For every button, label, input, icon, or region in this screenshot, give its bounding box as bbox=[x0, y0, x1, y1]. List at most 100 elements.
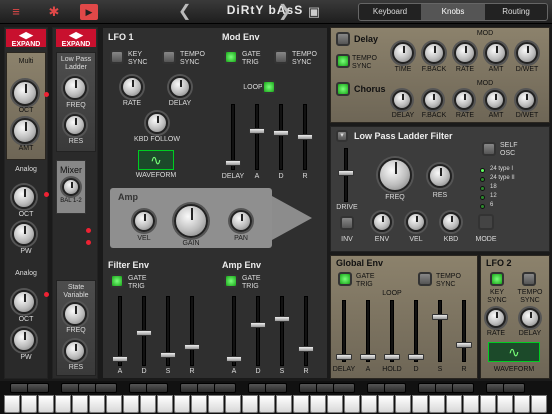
modenv-gate-trig-button[interactable] bbox=[224, 50, 238, 64]
black-key[interactable] bbox=[146, 383, 168, 393]
black-key[interactable] bbox=[384, 383, 406, 393]
slider-cap[interactable] bbox=[408, 354, 424, 360]
black-key[interactable] bbox=[503, 383, 525, 393]
mode-option[interactable]: 18 bbox=[490, 184, 497, 190]
lfo1-waveform-display[interactable]: ∿ bbox=[138, 150, 174, 170]
slider-cap[interactable] bbox=[160, 352, 176, 358]
globalenv-a-slider[interactable] bbox=[366, 300, 370, 362]
black-key[interactable] bbox=[27, 383, 49, 393]
slider-cap[interactable] bbox=[432, 314, 448, 320]
white-key[interactable] bbox=[140, 395, 156, 413]
chevron-right-icon[interactable]: ❯ bbox=[278, 3, 291, 21]
delay-on-button[interactable] bbox=[336, 32, 350, 46]
slider-cap[interactable] bbox=[338, 170, 354, 176]
mode-option[interactable]: 24 type I bbox=[490, 166, 513, 172]
slider-cap[interactable] bbox=[297, 134, 313, 140]
slider-cap[interactable] bbox=[274, 316, 290, 322]
lfo2-delay-knob[interactable] bbox=[520, 308, 540, 328]
white-key[interactable] bbox=[429, 395, 445, 413]
ampenv-s-slider[interactable] bbox=[280, 296, 284, 366]
osc2-type[interactable]: Analog bbox=[6, 166, 46, 173]
lfo2-key-sync-button[interactable] bbox=[490, 272, 504, 286]
white-key[interactable] bbox=[463, 395, 479, 413]
lp-env-knob[interactable] bbox=[372, 212, 392, 232]
video-icon[interactable]: ▶ bbox=[80, 4, 98, 20]
filter-menu-button[interactable]: ▾ bbox=[336, 130, 348, 142]
white-key[interactable] bbox=[55, 395, 71, 413]
black-key[interactable] bbox=[214, 383, 236, 393]
white-key[interactable] bbox=[446, 395, 462, 413]
filter2-freq-knob[interactable] bbox=[63, 302, 87, 326]
filterenv-gate-trig-button[interactable] bbox=[110, 274, 124, 288]
filterenv-r-slider[interactable] bbox=[190, 296, 194, 366]
slider-cap[interactable] bbox=[184, 344, 200, 350]
globalenv-gate-trig-button[interactable] bbox=[338, 272, 352, 286]
gear-icon[interactable]: ✱ bbox=[46, 4, 62, 20]
modenv-a-slider[interactable] bbox=[255, 104, 259, 170]
amp-gain-knob[interactable] bbox=[174, 204, 208, 238]
white-key[interactable] bbox=[412, 395, 428, 413]
filter1-freq-knob[interactable] bbox=[63, 76, 87, 100]
lfo2-rate-knob[interactable] bbox=[486, 308, 506, 328]
white-key[interactable] bbox=[21, 395, 37, 413]
white-key[interactable] bbox=[497, 395, 513, 413]
slider-cap[interactable] bbox=[250, 322, 266, 328]
delay-fback-knob[interactable] bbox=[423, 42, 445, 64]
globalenv-r-slider[interactable] bbox=[462, 300, 466, 362]
menu-icon[interactable]: ≡ bbox=[8, 4, 24, 20]
white-key[interactable] bbox=[293, 395, 309, 413]
white-key[interactable] bbox=[480, 395, 496, 413]
white-key[interactable] bbox=[344, 395, 360, 413]
chorus-fback-knob[interactable] bbox=[423, 90, 443, 110]
lp-vel-knob[interactable] bbox=[406, 212, 426, 232]
white-key[interactable] bbox=[191, 395, 207, 413]
white-key[interactable] bbox=[123, 395, 139, 413]
lfo1-rate-knob[interactable] bbox=[121, 76, 143, 98]
slider-cap[interactable] bbox=[273, 130, 289, 136]
white-key[interactable] bbox=[378, 395, 394, 413]
black-key[interactable] bbox=[333, 383, 355, 393]
inv-button[interactable] bbox=[340, 216, 354, 230]
mode-option[interactable]: 24 type II bbox=[490, 175, 515, 181]
globalenv-delay-slider[interactable] bbox=[342, 300, 346, 362]
expand-osc-button[interactable]: ◀▶ EXPAND bbox=[6, 29, 46, 48]
lp-res-knob[interactable] bbox=[428, 164, 452, 188]
white-key[interactable] bbox=[106, 395, 122, 413]
slider-cap[interactable] bbox=[456, 342, 472, 348]
filter2-res-knob[interactable] bbox=[64, 340, 86, 362]
tab-knobs[interactable]: Knobs bbox=[422, 4, 485, 20]
chorus-amt-knob[interactable] bbox=[485, 90, 505, 110]
filter1-type[interactable]: Low Pass Ladder bbox=[56, 56, 96, 72]
lp-kbd-knob[interactable] bbox=[441, 212, 461, 232]
mode-option[interactable]: 12 bbox=[490, 193, 497, 199]
slider-cap[interactable] bbox=[136, 330, 152, 336]
lfo1-delay-knob[interactable] bbox=[169, 76, 191, 98]
chorus-delay-knob[interactable] bbox=[392, 90, 412, 110]
filter2-type[interactable]: State Variable bbox=[56, 284, 96, 300]
delay-time-knob[interactable] bbox=[392, 42, 414, 64]
white-key[interactable] bbox=[310, 395, 326, 413]
osc3-oct-knob[interactable] bbox=[12, 290, 36, 314]
lp-freq-knob[interactable] bbox=[378, 158, 412, 192]
delay-dwet-knob[interactable] bbox=[516, 42, 538, 64]
osc1-type[interactable]: Multi bbox=[6, 58, 46, 65]
white-key[interactable] bbox=[361, 395, 377, 413]
white-key[interactable] bbox=[327, 395, 343, 413]
tab-routing[interactable]: Routing bbox=[485, 4, 547, 20]
osc1-oct-knob[interactable] bbox=[12, 80, 38, 106]
mixer-bal-knob[interactable] bbox=[62, 178, 80, 196]
white-key[interactable] bbox=[531, 395, 547, 413]
globalenv-s-slider[interactable] bbox=[438, 300, 442, 362]
slider-cap[interactable] bbox=[336, 354, 352, 360]
globalenv-d-slider[interactable] bbox=[414, 300, 418, 362]
white-key[interactable] bbox=[72, 395, 88, 413]
slider-cap[interactable] bbox=[360, 354, 376, 360]
self-osc-button[interactable] bbox=[482, 142, 496, 156]
white-key[interactable] bbox=[276, 395, 292, 413]
amp-pan-knob[interactable] bbox=[230, 210, 252, 232]
ampenv-gate-trig-button[interactable] bbox=[224, 274, 238, 288]
mode-option[interactable]: 6 bbox=[490, 202, 493, 208]
white-key[interactable] bbox=[395, 395, 411, 413]
white-key[interactable] bbox=[174, 395, 190, 413]
white-key[interactable] bbox=[38, 395, 54, 413]
